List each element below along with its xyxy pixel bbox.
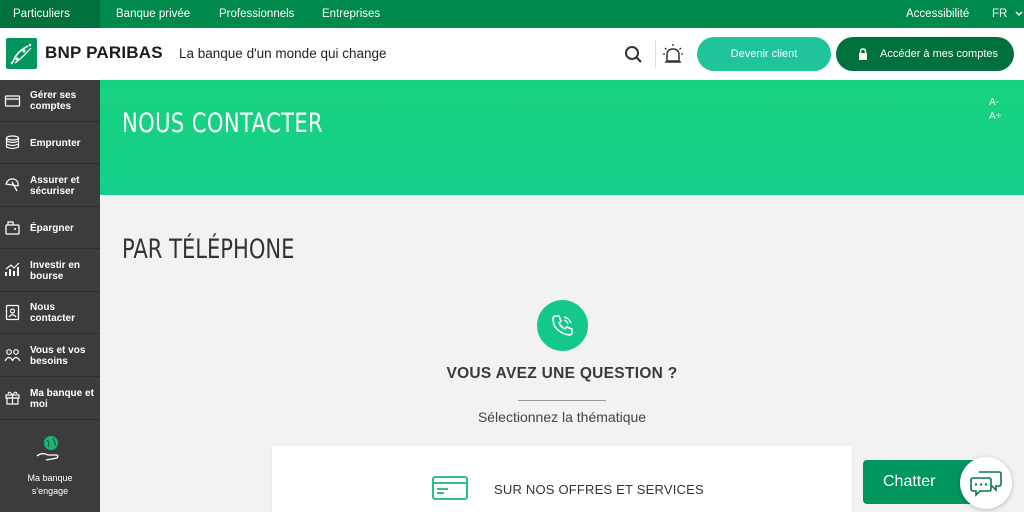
sidebar-item-label: Gérer ses comptes — [30, 90, 77, 112]
sidebar-item-label: Emprunter — [30, 137, 81, 149]
gift-icon — [5, 391, 20, 405]
sidebar-item-vous-besoins[interactable]: Vous et vos besoins — [0, 334, 100, 377]
language-selector[interactable]: FR — [992, 0, 1023, 28]
wallet-icon — [4, 95, 21, 107]
topnav-banque-privee[interactable]: Banque privée — [116, 0, 190, 28]
brand-name[interactable]: BNP PARIBAS — [45, 43, 163, 63]
umbrella-icon — [5, 178, 19, 192]
sidebar-promo-ma-banque-sengage[interactable]: Ma banque s'engage — [0, 420, 100, 512]
access-accounts-label: Accéder à mes comptes — [880, 48, 998, 60]
page-banner: NOUS CONTACTER A- A+ — [100, 80, 1024, 195]
piggy-bank-icon — [5, 221, 20, 235]
sidebar: Gérer ses comptes Emprunter Assurer et s… — [0, 80, 100, 512]
sidebar-item-epargner[interactable]: Épargner — [0, 207, 100, 249]
brand-tagline: La banque d'un monde qui change — [179, 46, 387, 61]
people-icon — [4, 349, 21, 362]
sidebar-item-label: Investir en bourse — [30, 259, 81, 282]
card-icon — [432, 476, 468, 500]
card-label: SUR NOS OFFRES ET SERVICES — [494, 482, 704, 497]
divider — [518, 400, 606, 401]
sidebar-item-ma-banque[interactable]: Ma banque et moi — [0, 377, 100, 420]
phone-icon — [537, 300, 588, 351]
sidebar-item-assurer[interactable]: Assurer et sécuriser — [0, 164, 100, 207]
siren-icon[interactable] — [661, 42, 685, 66]
sidebar-item-emprunter[interactable]: Emprunter — [0, 122, 100, 164]
sidebar-item-label: Ma banque et moi — [30, 387, 94, 410]
font-decrease-button[interactable]: A- — [989, 96, 1002, 110]
sidebar-item-nous-contacter[interactable]: Nous contacter — [0, 292, 100, 334]
language-label: FR — [992, 8, 1008, 20]
page-title: NOUS CONTACTER — [122, 108, 324, 139]
chat-bubble-icon[interactable] — [960, 457, 1012, 509]
sidebar-promo-label: Ma banque s'engage — [27, 473, 73, 496]
access-accounts-button[interactable]: Accéder à mes comptes — [836, 37, 1014, 71]
coins-icon — [5, 135, 20, 150]
section-title: PAR TÉLÉPHONE — [122, 234, 295, 265]
top-navigation: Particuliers Banque privée Professionnel… — [0, 0, 1024, 28]
become-client-button[interactable]: Devenir client — [697, 37, 831, 71]
topnav-entreprises[interactable]: Entreprises — [322, 0, 380, 28]
contact-icon — [5, 304, 20, 321]
topnav-particuliers[interactable]: Particuliers — [0, 0, 100, 28]
sidebar-item-label: Vous et vos besoins — [30, 344, 86, 367]
chart-icon — [5, 262, 20, 276]
chevron-down-icon — [1015, 11, 1023, 17]
topnav-professionnels[interactable]: Professionnels — [219, 0, 294, 28]
hand-globe-icon — [36, 436, 59, 461]
sidebar-item-label: Nous contacter — [30, 302, 76, 324]
sidebar-item-investir[interactable]: Investir en bourse — [0, 249, 100, 292]
sidebar-item-label: Assurer et sécuriser — [30, 174, 80, 197]
select-prompt: Sélectionnez la thématique — [477, 409, 647, 425]
search-icon[interactable] — [622, 42, 646, 66]
site-header: BNP PARIBAS La banque d'un monde qui cha… — [0, 28, 1024, 80]
header-divider — [655, 40, 656, 68]
lock-icon — [859, 48, 867, 60]
bnp-logo-icon[interactable] — [6, 38, 37, 69]
question-heading: VOUS AVEZ UNE QUESTION ? — [446, 365, 678, 382]
sidebar-item-gerer-comptes[interactable]: Gérer ses comptes — [0, 80, 100, 122]
sidebar-item-label: Épargner — [30, 222, 74, 234]
font-increase-button[interactable]: A+ — [989, 110, 1002, 124]
font-size-controls: A- A+ — [989, 96, 1002, 124]
accessibility-link[interactable]: Accessibilité — [906, 0, 969, 28]
offers-services-card[interactable]: SUR NOS OFFRES ET SERVICES — [272, 446, 852, 512]
